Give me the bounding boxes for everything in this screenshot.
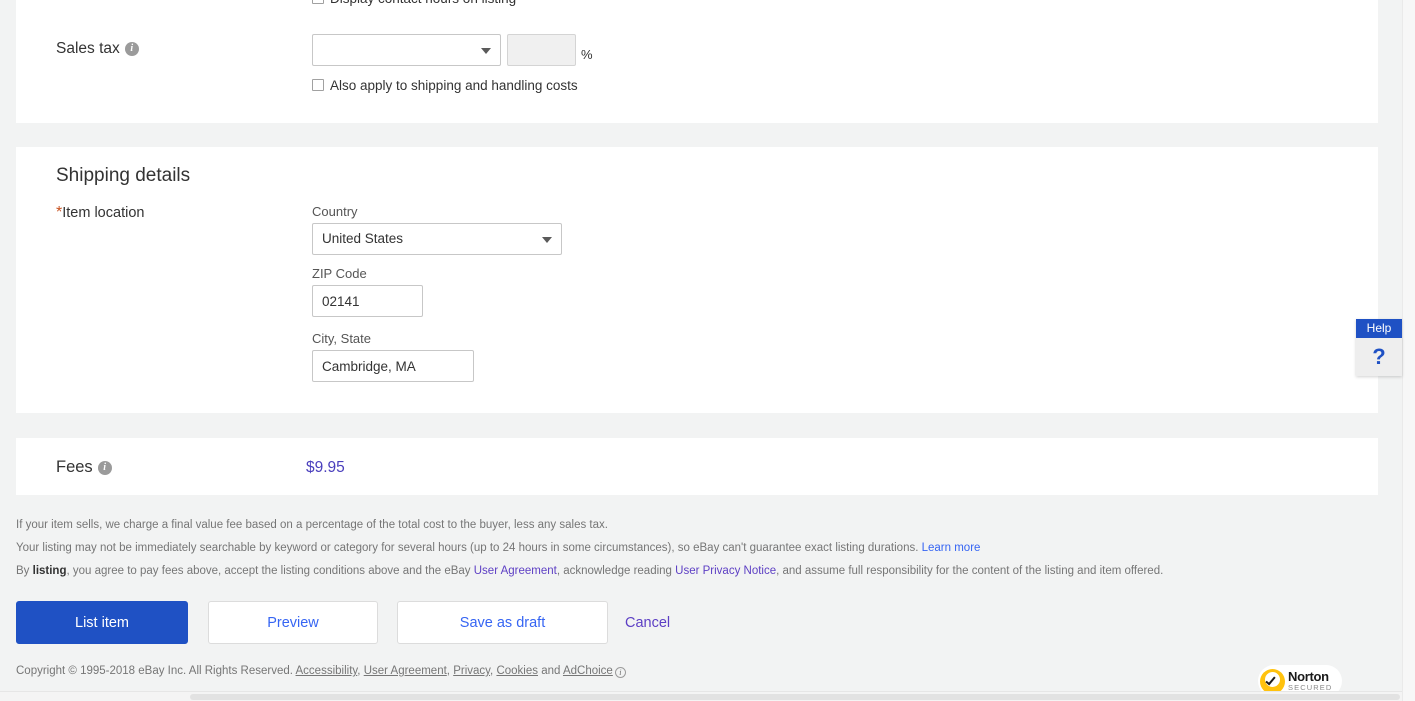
city-state-field-group: City, State (312, 331, 474, 382)
also-apply-shipping-checkbox-row[interactable]: Also apply to shipping and handling cost… (312, 79, 578, 92)
sales-tax-label: Sales tax (56, 40, 120, 57)
also-apply-shipping-checkbox[interactable] (312, 79, 324, 91)
display-contact-hours-checkbox-row[interactable]: Display contact hours on listing (312, 0, 516, 5)
disclaimer-line-2: Your listing may not be immediately sear… (16, 541, 980, 555)
disclaimer-line-1: If your item sells, we charge a final va… (16, 518, 608, 532)
shipping-details-card: Shipping details *Item location Country … (16, 147, 1378, 413)
accessibility-link[interactable]: Accessibility (296, 665, 358, 677)
disclaimer-listing-bold: listing (33, 565, 67, 577)
sales-tax-rate-input[interactable] (507, 34, 576, 66)
display-contact-hours-label: Display contact hours on listing (330, 0, 516, 5)
zip-field-group: ZIP Code (312, 266, 423, 317)
sales-tax-rate-field[interactable] (507, 34, 576, 66)
country-select[interactable]: United States (312, 223, 562, 255)
user-privacy-notice-link[interactable]: User Privacy Notice (675, 565, 776, 577)
disclaimer-line-2-text: Your listing may not be immediately sear… (16, 542, 922, 554)
checkmark-icon (1260, 669, 1285, 694)
adchoice-info-icon[interactable]: i (615, 667, 626, 678)
zip-input[interactable] (312, 285, 423, 317)
save-as-draft-button[interactable]: Save as draft (397, 601, 608, 644)
list-item-button[interactable]: List item (16, 601, 188, 644)
country-label: Country (312, 204, 562, 219)
disclaimer-line-3: By listing, you agree to pay fees above,… (16, 564, 1163, 578)
sales-tax-state-select[interactable] (312, 34, 501, 66)
display-contact-hours-checkbox[interactable] (312, 0, 324, 4)
help-question-mark-icon[interactable]: ? (1356, 338, 1402, 376)
chevron-down-icon (542, 237, 552, 243)
footer-copyright: Copyright © 1995-2018 eBay Inc. All Righ… (16, 665, 626, 678)
norton-text-group: Norton SECURED (1288, 670, 1332, 692)
info-icon[interactable]: i (125, 42, 139, 56)
also-apply-shipping-label: Also apply to shipping and handling cost… (330, 79, 578, 92)
footer-user-agreement-link[interactable]: User Agreement (364, 665, 447, 677)
privacy-link[interactable]: Privacy (453, 665, 490, 677)
disclaimer-line-3-mid2: , acknowledge reading (557, 565, 675, 577)
city-state-input[interactable] (312, 350, 474, 382)
zip-label: ZIP Code (312, 266, 423, 281)
page-canvas: Display contact hours on listing Sales t… (0, 0, 1402, 701)
percent-sign-label: % (581, 47, 593, 62)
help-label[interactable]: Help (1356, 319, 1402, 338)
cookies-link[interactable]: Cookies (496, 665, 538, 677)
country-field-group: Country United States (312, 204, 562, 255)
chevron-down-icon (481, 48, 491, 54)
copyright-text: Copyright © 1995-2018 eBay Inc. All Righ… (16, 665, 296, 677)
info-icon[interactable]: i (98, 461, 112, 475)
disclaimer-line-3-suffix: , and assume full responsibility for the… (776, 565, 1163, 577)
country-value: United States (322, 231, 403, 246)
preview-button[interactable]: Preview (208, 601, 378, 644)
item-location-label-group: *Item location (56, 204, 144, 222)
horizontal-scrollbar-thumb[interactable] (190, 694, 1400, 700)
selling-details-card: Display contact hours on listing Sales t… (16, 0, 1378, 123)
fees-title: Fees (56, 458, 93, 476)
city-state-label: City, State (312, 331, 474, 346)
sales-tax-state-select-box[interactable] (312, 34, 501, 66)
fees-label-group: Feesi (56, 458, 112, 477)
norton-name: Norton (1288, 670, 1332, 683)
cancel-link[interactable]: Cancel (625, 615, 670, 631)
help-widget[interactable]: Help ? (1356, 319, 1402, 376)
learn-more-link[interactable]: Learn more (922, 542, 981, 554)
disclaimer-line-3-mid: , you agree to pay fees above, accept th… (67, 565, 474, 577)
shipping-details-title: Shipping details (56, 165, 190, 187)
user-agreement-link[interactable]: User Agreement (474, 565, 557, 577)
horizontal-scrollbar[interactable] (0, 691, 1402, 701)
adchoice-link[interactable]: AdChoice (563, 665, 613, 677)
fees-amount: $9.95 (306, 459, 345, 477)
disclaimer-line-3-prefix: By (16, 565, 33, 577)
item-location-label: Item location (62, 205, 144, 221)
sales-tax-label-group: Sales tax i (56, 40, 139, 58)
footer-sep-4: and (538, 665, 563, 677)
right-gutter (1402, 0, 1415, 701)
fees-card: Feesi $9.95 (16, 438, 1378, 495)
